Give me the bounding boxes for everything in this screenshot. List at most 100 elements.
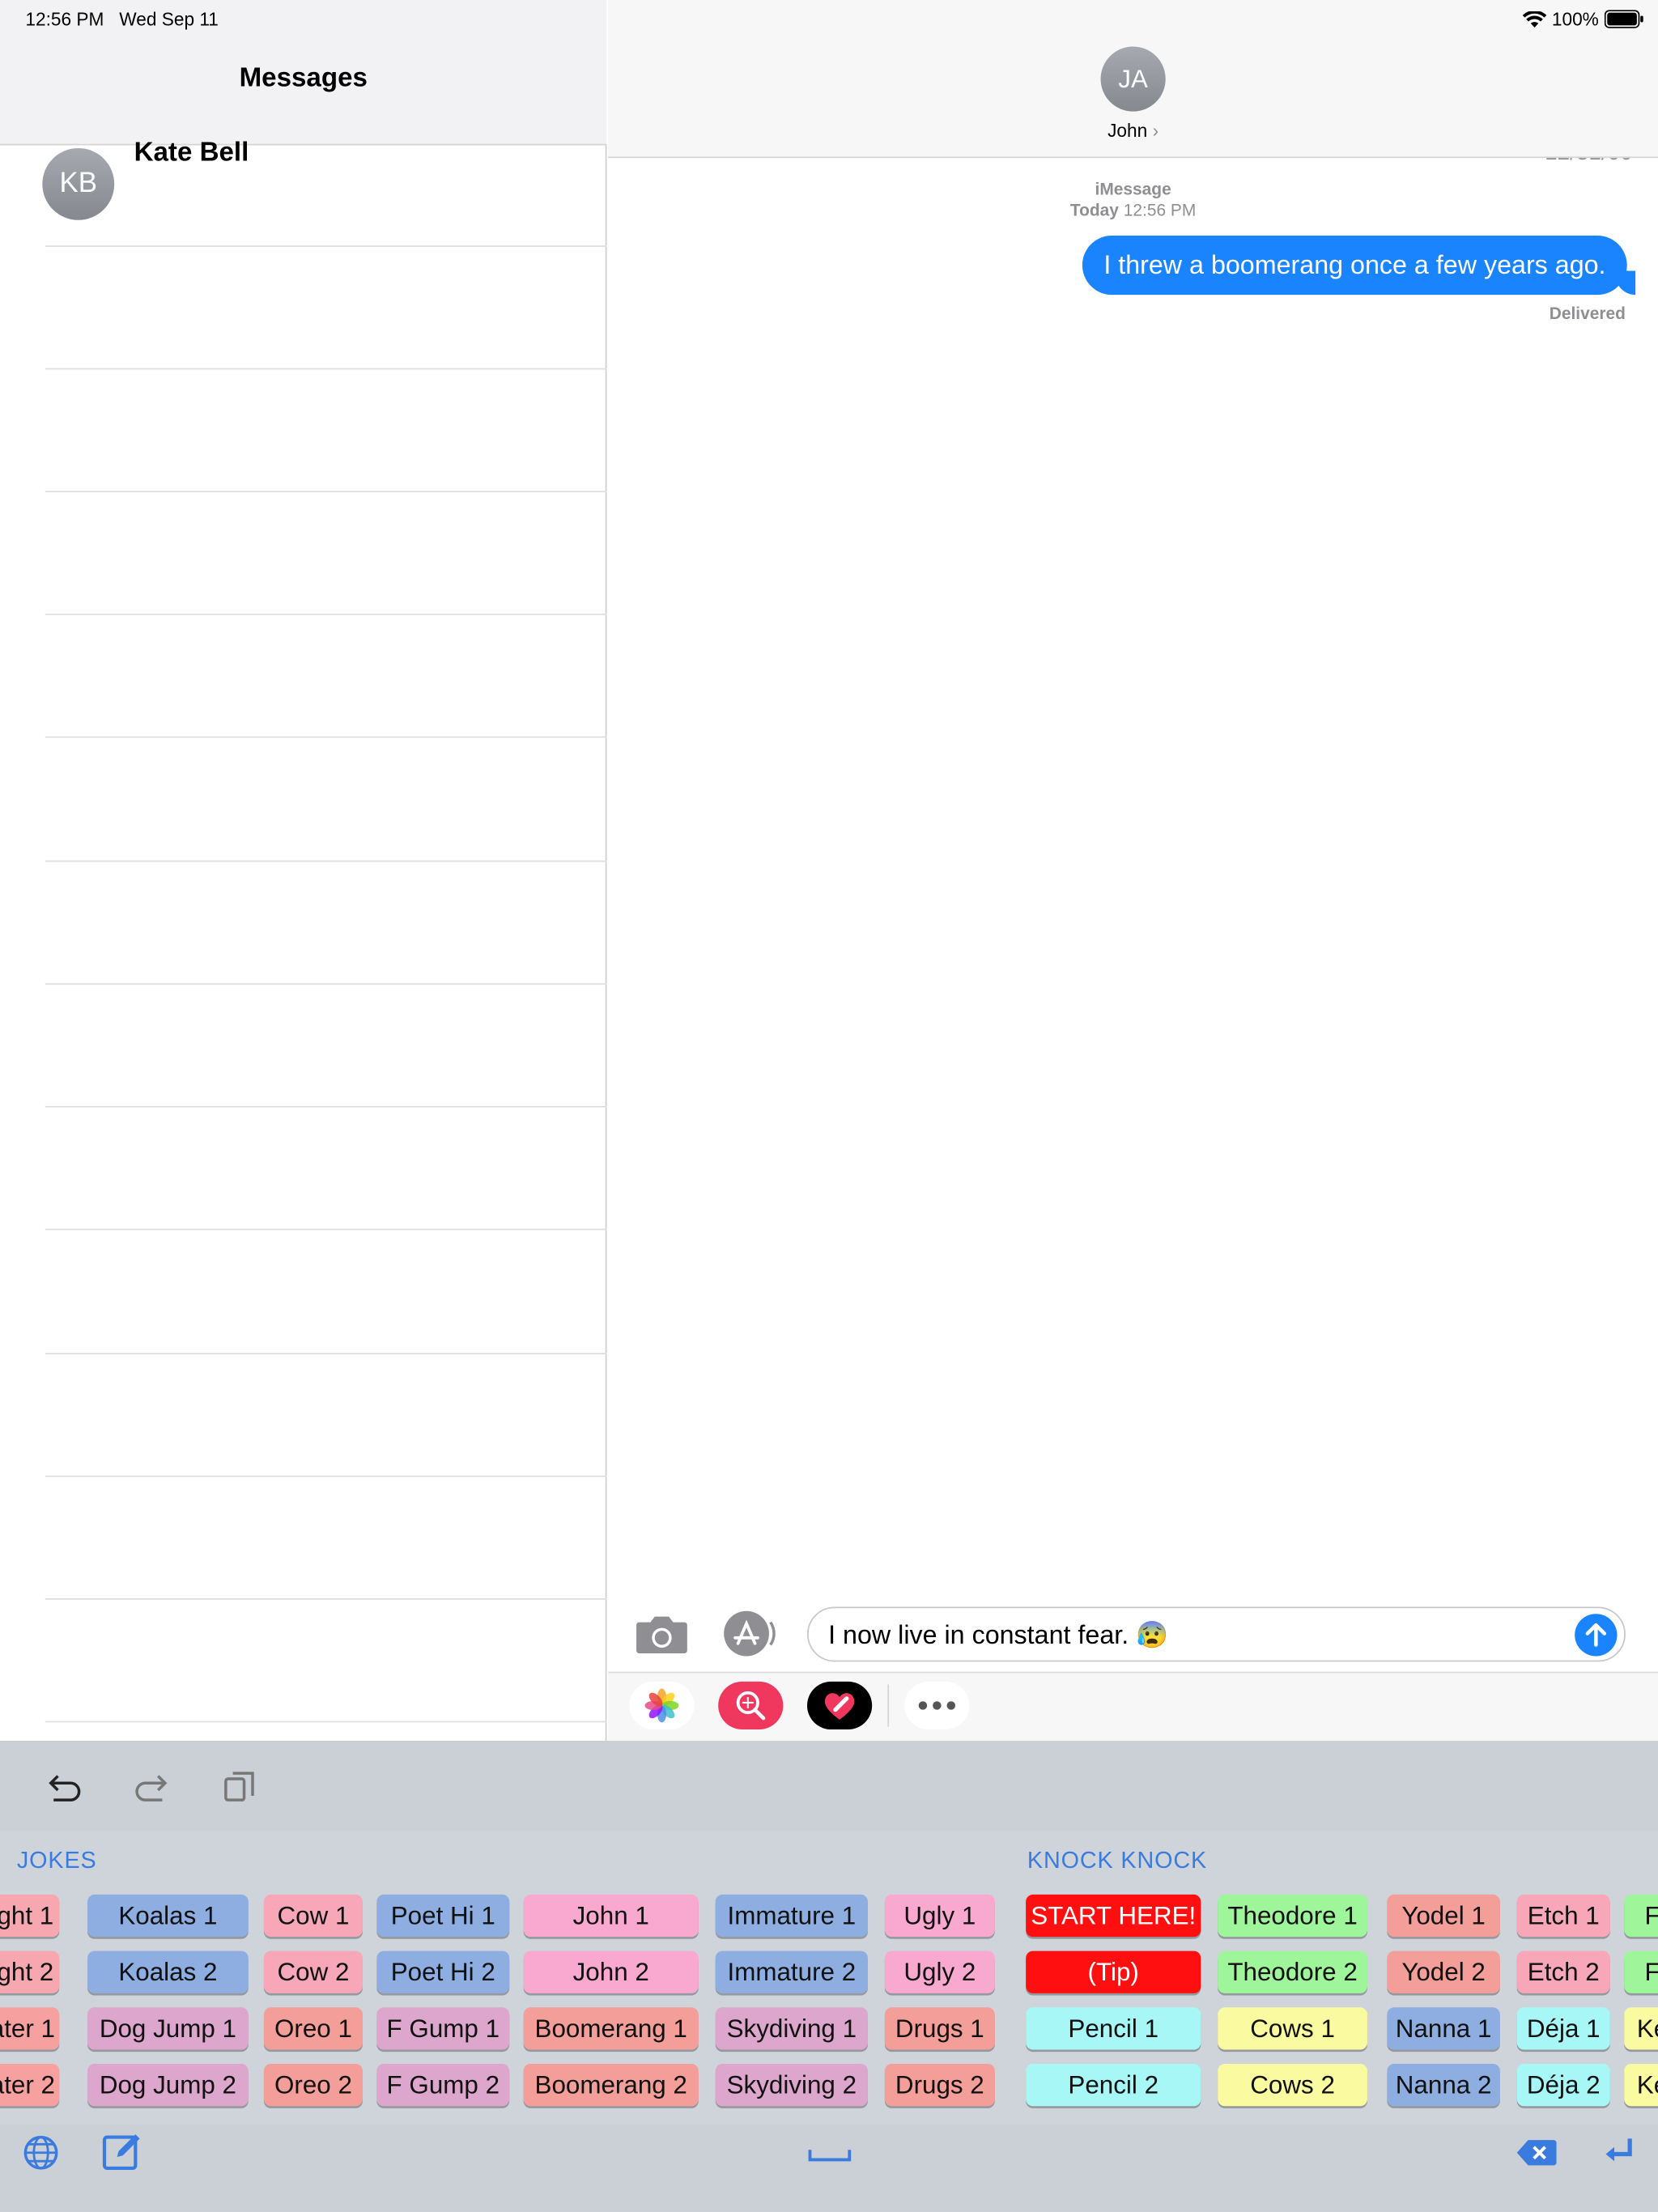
contact-name-button[interactable]: John › bbox=[1073, 120, 1194, 141]
row-divider bbox=[45, 1475, 607, 1478]
row-divider bbox=[45, 1352, 607, 1355]
knock-knock-key[interactable]: Déja 2 bbox=[1516, 2063, 1610, 2107]
knock-knock-key[interactable]: Nanna 2 bbox=[1387, 2063, 1500, 2107]
jokes-key[interactable]: Poet Hi 1 bbox=[376, 1894, 510, 1938]
knock-knock-key[interactable]: Etch 2 bbox=[1516, 1950, 1610, 1993]
status-indicators: 100% bbox=[1522, 8, 1643, 30]
knock-knock-section-title: KNOCK KNOCK bbox=[1027, 1848, 1208, 1874]
app-store-icon[interactable] bbox=[721, 1608, 778, 1659]
knock-knock-key[interactable]: (Tip) bbox=[1026, 1950, 1201, 1993]
heart-sticker-icon bbox=[824, 1693, 855, 1720]
knock-knock-key[interactable]: Ke bbox=[1624, 2063, 1658, 2107]
knock-knock-key[interactable]: Pencil 2 bbox=[1026, 2063, 1201, 2107]
timestamp-time: 12:56 PM bbox=[1123, 200, 1197, 220]
jokes-section-title: JOKES bbox=[16, 1848, 97, 1874]
row-divider bbox=[45, 491, 607, 493]
send-arrow-icon bbox=[1585, 1623, 1607, 1647]
sent-message-bubble[interactable]: I threw a boomerang once a few years ago… bbox=[1082, 235, 1627, 296]
row-divider bbox=[45, 1598, 607, 1600]
jokes-key[interactable]: Dog Jump 2 bbox=[87, 2063, 249, 2107]
knock-knock-key[interactable]: F bbox=[1624, 1894, 1658, 1938]
row-divider bbox=[45, 983, 607, 985]
knock-knock-key[interactable]: F bbox=[1624, 1950, 1658, 1993]
delivery-status: Delivered bbox=[1549, 303, 1626, 323]
contact-avatar[interactable]: JA bbox=[1100, 46, 1166, 112]
status-time: 12:56 PM Wed Sep 11 bbox=[25, 8, 219, 30]
message-timestamp: Today 12:56 PM bbox=[1016, 200, 1250, 219]
knock-knock-key[interactable]: Cows 1 bbox=[1218, 2007, 1367, 2050]
contact-name: John bbox=[1107, 120, 1148, 142]
jokes-key[interactable]: Ugly 2 bbox=[884, 1950, 995, 1993]
knock-knock-key[interactable]: START HERE! bbox=[1026, 1894, 1201, 1938]
image-search-icon bbox=[736, 1691, 766, 1721]
jokes-key[interactable]: Drugs 1 bbox=[884, 2007, 995, 2050]
row-divider bbox=[45, 860, 607, 862]
knock-knock-key[interactable]: Ke bbox=[1624, 2007, 1658, 2050]
jokes-key[interactable]: Boomerang 1 bbox=[523, 2007, 699, 2050]
jokes-key[interactable]: Cow 1 bbox=[263, 1894, 363, 1938]
delete-icon[interactable] bbox=[1516, 2138, 1558, 2168]
space-icon[interactable] bbox=[807, 2144, 852, 2163]
jokes-key[interactable]: ater 1 bbox=[0, 2007, 60, 2050]
jokes-key[interactable]: Drugs 2 bbox=[884, 2063, 995, 2107]
knock-knock-key[interactable]: Theodore 1 bbox=[1218, 1894, 1367, 1938]
jokes-key[interactable]: John 1 bbox=[523, 1894, 699, 1938]
jokes-key[interactable]: F Gump 2 bbox=[376, 2063, 510, 2107]
send-button[interactable] bbox=[1575, 1614, 1618, 1657]
jokes-key[interactable]: Boomerang 2 bbox=[523, 2063, 699, 2107]
undo-icon[interactable] bbox=[44, 1765, 86, 1807]
jokes-key[interactable]: Skydiving 2 bbox=[715, 2063, 868, 2107]
page-title: Messages bbox=[239, 63, 368, 93]
redo-icon[interactable] bbox=[130, 1765, 172, 1807]
status-date: Wed Sep 11 bbox=[119, 8, 219, 30]
knock-knock-key[interactable]: Cows 2 bbox=[1218, 2063, 1367, 2107]
jokes-key[interactable]: Poet Hi 2 bbox=[376, 1950, 510, 1993]
conversation-name: Kate Bell bbox=[134, 138, 249, 168]
photos-app-button[interactable] bbox=[629, 1681, 695, 1730]
row-divider bbox=[45, 1721, 607, 1723]
strip-divider bbox=[887, 1684, 890, 1727]
row-divider bbox=[45, 368, 607, 370]
knock-knock-key[interactable]: Yodel 1 bbox=[1387, 1894, 1500, 1938]
image-search-app-button[interactable] bbox=[718, 1681, 784, 1730]
jokes-key[interactable]: Immature 1 bbox=[715, 1894, 868, 1938]
knock-knock-key[interactable]: Theodore 2 bbox=[1218, 1950, 1367, 1993]
knock-knock-key[interactable]: Pencil 1 bbox=[1026, 2007, 1201, 2050]
jokes-key[interactable]: John 2 bbox=[523, 1950, 699, 1993]
jokes-key[interactable]: Immature 2 bbox=[715, 1950, 868, 1993]
camera-icon[interactable] bbox=[634, 1608, 691, 1659]
row-divider bbox=[45, 245, 607, 247]
jokes-key[interactable]: Oreo 1 bbox=[263, 2007, 363, 2050]
jokes-key[interactable]: Ugly 1 bbox=[884, 1894, 995, 1938]
jokes-key[interactable]: Koalas 2 bbox=[87, 1950, 249, 1993]
message-input-text: I now live in constant fear. 😰 bbox=[828, 1619, 1169, 1649]
jokes-key[interactable]: F Gump 1 bbox=[376, 2007, 510, 2050]
jokes-key[interactable]: Dog Jump 1 bbox=[87, 2007, 249, 2050]
paste-icon[interactable] bbox=[219, 1765, 261, 1807]
jokes-key[interactable]: Koalas 1 bbox=[87, 1894, 249, 1938]
more-apps-button[interactable] bbox=[904, 1681, 970, 1730]
row-divider bbox=[45, 613, 607, 615]
sticker-app-button[interactable] bbox=[806, 1681, 873, 1730]
avatar: KB bbox=[42, 147, 115, 220]
globe-icon[interactable] bbox=[21, 2133, 61, 2172]
row-divider bbox=[45, 736, 607, 738]
battery-icon bbox=[1604, 10, 1643, 28]
jokes-key[interactable]: Oreo 2 bbox=[263, 2063, 363, 2107]
row-divider bbox=[45, 1228, 607, 1231]
conversation-list-pane bbox=[0, 0, 607, 1741]
knock-knock-key[interactable]: Nanna 1 bbox=[1387, 2007, 1500, 2050]
jokes-key[interactable]: ight 1 bbox=[0, 1894, 60, 1938]
battery-percent: 100% bbox=[1551, 8, 1599, 30]
jokes-key[interactable]: Cow 2 bbox=[263, 1950, 363, 1993]
jokes-key[interactable]: Skydiving 1 bbox=[715, 2007, 868, 2050]
jokes-key[interactable]: ater 2 bbox=[0, 2063, 60, 2107]
return-icon[interactable] bbox=[1601, 2134, 1638, 2168]
jokes-key[interactable]: ight 2 bbox=[0, 1950, 60, 1993]
knock-knock-key[interactable]: Yodel 2 bbox=[1387, 1950, 1500, 1993]
wifi-icon bbox=[1522, 11, 1546, 28]
compose-icon[interactable] bbox=[100, 2130, 142, 2172]
knock-knock-key[interactable]: Etch 1 bbox=[1516, 1894, 1610, 1938]
knock-knock-key[interactable]: Déja 1 bbox=[1516, 2007, 1610, 2050]
service-label: iMessage bbox=[1095, 179, 1171, 199]
